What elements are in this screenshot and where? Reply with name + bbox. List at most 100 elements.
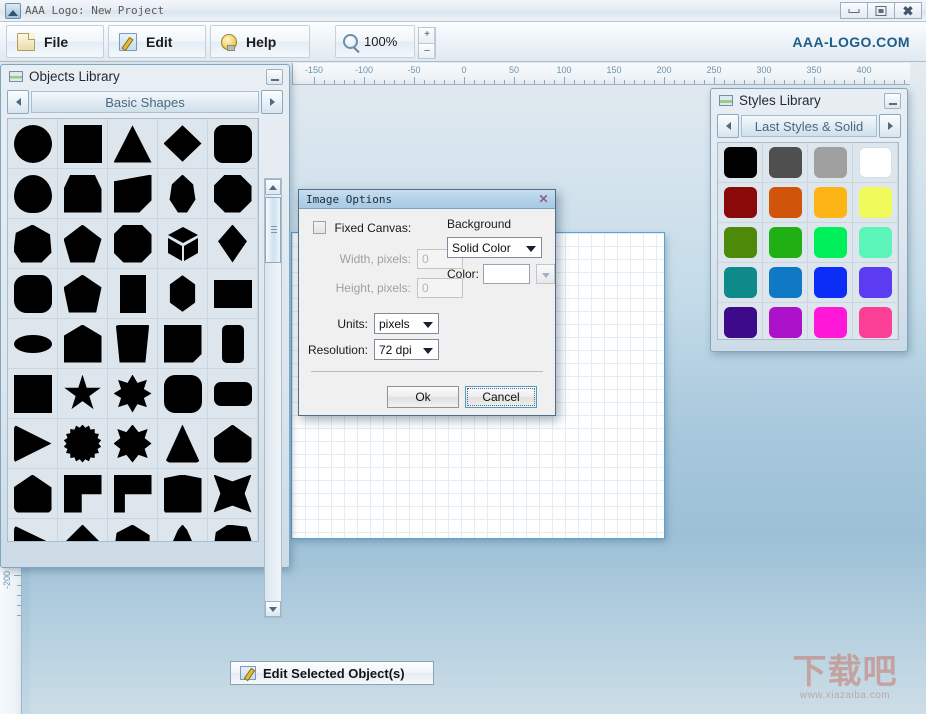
style-swatch-cell[interactable] [763, 223, 808, 263]
style-swatch-cell[interactable] [763, 183, 808, 223]
style-swatch-cell[interactable] [808, 303, 853, 339]
file-menu-button[interactable]: File [6, 25, 104, 58]
style-swatch-cell[interactable] [808, 143, 853, 183]
shape-cell[interactable] [8, 419, 58, 469]
shape-cell[interactable] [8, 369, 58, 419]
shape-cell[interactable] [8, 119, 58, 169]
scrollbar-thumb[interactable] [265, 197, 281, 263]
shape-play-triangle-icon [13, 424, 52, 463]
shape-cell[interactable] [158, 119, 208, 169]
help-menu-button[interactable]: Help [210, 25, 310, 58]
shape-cell[interactable] [208, 269, 258, 319]
units-select[interactable]: pixels [374, 313, 439, 334]
edit-selected-objects-button[interactable]: Edit Selected Object(s) [230, 661, 434, 685]
cancel-button[interactable]: Cancel [465, 386, 537, 408]
width-row: Width, pixels: 0 [313, 249, 463, 269]
shape-cell[interactable] [158, 319, 208, 369]
shape-cell[interactable] [208, 469, 258, 519]
shape-cell[interactable] [158, 419, 208, 469]
shape-cell[interactable] [58, 469, 108, 519]
shape-cell[interactable] [58, 119, 108, 169]
color-swatch[interactable] [483, 264, 531, 284]
resolution-select[interactable]: 72 dpi [374, 339, 439, 360]
style-swatch-cell[interactable] [763, 143, 808, 183]
style-swatch-cell[interactable] [718, 183, 763, 223]
background-select[interactable]: Solid Color [447, 237, 542, 258]
shape-cell[interactable] [58, 419, 108, 469]
shape-cell[interactable] [208, 119, 258, 169]
shape-cell[interactable] [58, 519, 108, 541]
shape-cell[interactable] [108, 169, 158, 219]
scroll-down-button[interactable] [265, 601, 281, 617]
shape-cell[interactable] [108, 519, 158, 541]
zoom-control[interactable]: 100% + – [335, 25, 436, 59]
shape-cell[interactable] [108, 219, 158, 269]
shape-cell[interactable] [8, 519, 58, 541]
style-swatch-cell[interactable] [718, 223, 763, 263]
style-swatch-cell[interactable] [808, 263, 853, 303]
shape-cell[interactable] [108, 419, 158, 469]
shape-cell[interactable] [108, 269, 158, 319]
shape-cell[interactable] [58, 169, 108, 219]
objects-next-category-button[interactable] [261, 90, 283, 114]
shape-triangle-notched-icon [166, 524, 199, 541]
color-dropdown-button[interactable] [536, 264, 556, 284]
shape-cell[interactable] [208, 169, 258, 219]
fixed-canvas-checkbox[interactable] [313, 221, 326, 234]
edit-menu-button[interactable]: Edit [108, 25, 206, 58]
ruler-tick-label: 300 [756, 65, 772, 75]
shape-cell[interactable] [108, 369, 158, 419]
minimize-button[interactable] [840, 2, 868, 19]
shape-cell[interactable] [8, 219, 58, 269]
styles-next-category-button[interactable] [879, 114, 901, 138]
shape-cell[interactable] [58, 219, 108, 269]
styles-library-minimize-button[interactable] [884, 93, 901, 109]
shape-cell[interactable] [158, 369, 208, 419]
style-swatch-cell[interactable] [718, 263, 763, 303]
shape-cell[interactable] [158, 469, 208, 519]
close-button[interactable]: ✖ [894, 2, 922, 19]
shape-cell[interactable] [8, 169, 58, 219]
scroll-up-button[interactable] [265, 179, 281, 195]
fixed-canvas-row[interactable]: Fixed Canvas: [313, 219, 411, 237]
shape-cell[interactable] [208, 219, 258, 269]
shape-cell[interactable] [8, 269, 58, 319]
objects-scrollbar[interactable] [264, 178, 282, 618]
styles-prev-category-button[interactable] [717, 114, 739, 138]
shape-cell[interactable] [108, 119, 158, 169]
ruler-minor-tick [344, 80, 345, 84]
shape-cell[interactable] [8, 469, 58, 519]
shape-cell[interactable] [158, 269, 208, 319]
shape-cell[interactable] [208, 419, 258, 469]
shape-cell[interactable] [208, 369, 258, 419]
shape-cell[interactable] [108, 319, 158, 369]
style-swatch-cell[interactable] [853, 263, 898, 303]
maximize-button[interactable] [867, 2, 895, 19]
style-swatch-cell[interactable] [718, 303, 763, 339]
style-swatch-cell[interactable] [853, 183, 898, 223]
style-swatch-cell[interactable] [853, 223, 898, 263]
shape-cell[interactable] [158, 219, 208, 269]
ok-button[interactable]: Ok [387, 386, 459, 408]
ruler-minor-tick [594, 80, 595, 84]
shape-cell[interactable] [208, 319, 258, 369]
dialog-close-icon[interactable]: ✕ [536, 192, 551, 206]
shape-cell[interactable] [108, 469, 158, 519]
style-swatch-cell[interactable] [853, 303, 898, 339]
shape-cell[interactable] [58, 369, 108, 419]
shape-cell[interactable] [158, 169, 208, 219]
shape-cell[interactable] [8, 319, 58, 369]
shape-cell[interactable] [58, 269, 108, 319]
objects-library-minimize-button[interactable] [266, 69, 283, 85]
objects-prev-category-button[interactable] [7, 90, 29, 114]
shape-cell[interactable] [158, 519, 208, 541]
style-swatch-cell[interactable] [763, 303, 808, 339]
style-swatch-cell[interactable] [718, 143, 763, 183]
edit-selected-objects-label: Edit Selected Object(s) [263, 665, 405, 681]
style-swatch-cell[interactable] [763, 263, 808, 303]
style-swatch-cell[interactable] [853, 143, 898, 183]
style-swatch-cell[interactable] [808, 223, 853, 263]
shape-cell[interactable] [58, 319, 108, 369]
style-swatch-cell[interactable] [808, 183, 853, 223]
shape-cell[interactable] [208, 519, 258, 541]
